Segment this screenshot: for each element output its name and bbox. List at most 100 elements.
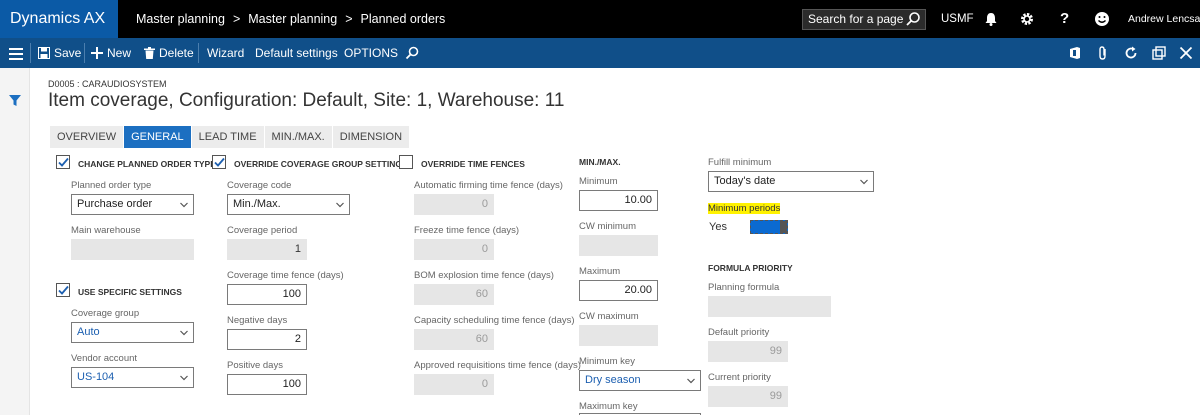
save-label: Save — [54, 46, 82, 60]
coverage-code-value: Min./Max. — [233, 198, 281, 210]
new-button[interactable]: New — [91, 38, 131, 68]
cw-maximum-field[interactable] — [579, 325, 658, 346]
user-name[interactable]: Andrew Lencsak — [1128, 0, 1200, 38]
breadcrumb-item-2[interactable]: Master planning — [248, 12, 337, 26]
bom-explosion-field[interactable]: 60 — [414, 284, 494, 305]
options-tab[interactable]: OPTIONS — [344, 38, 398, 68]
fulfill-minimum-label: Fulfill minimum — [708, 157, 772, 168]
app-name[interactable]: Dynamics AX — [0, 0, 118, 38]
search-icon[interactable] — [405, 46, 419, 60]
planned-order-type-select[interactable]: Purchase order — [71, 194, 194, 215]
planned-order-type-value: Purchase order — [77, 198, 153, 210]
default-priority-field[interactable]: 99 — [708, 341, 788, 362]
tab-dimension[interactable]: DIMENSION — [332, 126, 410, 148]
company-selector[interactable]: USMF — [941, 0, 974, 38]
main-warehouse-label: Main warehouse — [71, 225, 141, 236]
planned-order-type-label: Planned order type — [71, 180, 152, 191]
coverage-period-field[interactable]: 1 — [227, 239, 307, 260]
trash-icon — [144, 47, 155, 59]
chevron-down-icon — [687, 378, 695, 384]
use-specific-settings-label: USE SPECIFIC SETTINGS — [78, 287, 182, 297]
minimum-label: Minimum — [579, 176, 618, 187]
checkmark-icon — [58, 285, 69, 295]
chevron-down-icon — [180, 375, 188, 381]
divider — [84, 43, 85, 63]
tab-general[interactable]: GENERAL — [124, 126, 191, 148]
cw-maximum-label: CW maximum — [579, 311, 639, 322]
breadcrumb: Master planning > Master planning > Planned … — [136, 0, 445, 38]
use-specific-settings-checkbox[interactable] — [56, 283, 70, 297]
current-priority-field[interactable]: 99 — [708, 386, 788, 407]
minimum-periods-toggle[interactable] — [750, 220, 788, 234]
vendor-account-select[interactable]: US-104 — [71, 367, 194, 388]
override-time-fences-label: OVERRIDE TIME FENCES — [421, 159, 525, 169]
capacity-scheduling-field[interactable]: 60 — [414, 329, 494, 350]
filter-icon[interactable] — [9, 95, 21, 107]
override-coverage-group-settings-checkbox[interactable] — [212, 155, 226, 169]
override-coverage-group-settings-label: OVERRIDE COVERAGE GROUP SETTINGS — [234, 159, 408, 169]
fulfill-minimum-select[interactable]: Today's date — [708, 171, 874, 192]
minimum-periods-label: Minimum periods — [708, 203, 781, 214]
minimum-key-value: Dry season — [585, 374, 641, 386]
negative-days-label: Negative days — [227, 315, 288, 326]
override-time-fences-checkbox[interactable] — [399, 155, 413, 169]
refresh-icon[interactable] — [1124, 46, 1138, 60]
main-warehouse-field[interactable] — [71, 239, 194, 260]
default-settings-button[interactable]: Default settings — [255, 38, 338, 68]
formula-priority-section-heading: FORMULA PRIORITY — [708, 263, 793, 273]
minimum-key-select[interactable]: Dry season — [579, 370, 701, 391]
tab-min-max[interactable]: MIN./MAX. — [264, 126, 332, 148]
chevron-down-icon — [180, 202, 188, 208]
bom-explosion-label: BOM explosion time fence (days) — [414, 270, 554, 281]
bell-icon[interactable] — [983, 11, 999, 27]
breadcrumb-item-3[interactable]: Planned orders — [361, 12, 446, 26]
search-input[interactable]: Search for a page — [802, 9, 926, 30]
positive-days-input[interactable]: 100 — [227, 374, 307, 395]
automatic-firming-field[interactable]: 0 — [414, 194, 494, 215]
approved-requisitions-field[interactable]: 0 — [414, 374, 494, 395]
maximum-input[interactable]: 20.00 — [579, 280, 658, 301]
office-icon[interactable] — [1068, 46, 1082, 60]
hamburger-menu-icon[interactable] — [9, 47, 23, 61]
change-planned-order-type-checkbox[interactable] — [56, 155, 70, 169]
page-title: Item coverage, Configuration: Default, S… — [48, 90, 565, 111]
help-icon[interactable]: ? — [1060, 10, 1076, 27]
negative-days-input[interactable]: 2 — [227, 329, 307, 350]
divider — [30, 43, 31, 63]
checkmark-icon — [214, 157, 225, 167]
smiley-icon[interactable] — [1094, 11, 1110, 27]
maximum-label: Maximum — [579, 266, 621, 277]
tab-strip: OVERVIEW GENERAL LEAD TIME MIN./MAX. DIM… — [50, 126, 410, 148]
close-icon[interactable] — [1179, 46, 1193, 60]
coverage-code-label: Coverage code — [227, 180, 292, 191]
paperclip-icon[interactable] — [1096, 46, 1110, 60]
divider — [198, 43, 199, 63]
coverage-code-select[interactable]: Min./Max. — [227, 194, 350, 215]
coverage-time-fence-input[interactable]: 100 — [227, 284, 307, 305]
wizard-button[interactable]: Wizard — [207, 38, 244, 68]
cw-minimum-field[interactable] — [579, 235, 658, 256]
chevron-right-icon: > — [345, 12, 353, 26]
gear-icon[interactable] — [1019, 11, 1035, 27]
breadcrumb-item-1[interactable]: Master planning — [136, 12, 225, 26]
toggle-knob — [780, 221, 787, 233]
chevron-down-icon — [860, 179, 868, 185]
open-in-new-window-icon[interactable] — [1152, 46, 1166, 60]
save-button[interactable]: Save — [38, 38, 81, 68]
tab-lead-time[interactable]: LEAD TIME — [191, 126, 264, 148]
freeze-time-fence-field[interactable]: 0 — [414, 239, 494, 260]
chevron-down-icon — [336, 202, 344, 208]
approved-requisitions-label: Approved requisitions time fence (days) — [414, 360, 581, 371]
delete-label: Delete — [159, 46, 194, 60]
delete-button[interactable]: Delete — [144, 38, 194, 68]
plus-icon — [91, 47, 103, 59]
minimum-input[interactable]: 10.00 — [579, 190, 658, 211]
coverage-group-select[interactable]: Auto — [71, 322, 194, 343]
tab-overview[interactable]: OVERVIEW — [50, 126, 124, 148]
coverage-time-fence-label: Coverage time fence (days) — [227, 270, 344, 281]
planning-formula-field[interactable] — [708, 296, 831, 317]
search-icon[interactable] — [905, 11, 921, 27]
vendor-account-label: Vendor account — [71, 353, 138, 364]
save-icon — [38, 47, 50, 59]
freeze-time-fence-label: Freeze time fence (days) — [414, 225, 520, 236]
